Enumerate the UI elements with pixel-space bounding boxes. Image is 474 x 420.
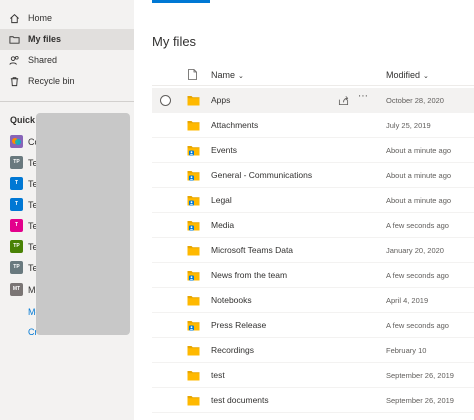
file-name[interactable]: General - Communications xyxy=(211,170,312,180)
chevron-down-icon: ⌄ xyxy=(238,73,244,80)
nav-recycle-bin-label: Recycle bin xyxy=(28,76,75,86)
nav-home-label: Home xyxy=(28,13,53,23)
folder-icon xyxy=(187,271,200,281)
shared-people-icon xyxy=(9,55,19,65)
site-badge: T xyxy=(10,177,23,190)
file-name[interactable]: Apps xyxy=(211,95,230,105)
nav-home[interactable]: Home xyxy=(0,8,134,29)
folder-icon xyxy=(187,146,200,156)
file-name[interactable]: Media xyxy=(211,220,234,230)
folder-icon xyxy=(187,321,200,331)
site-badge: T xyxy=(10,219,23,232)
file-modified: October 28, 2020 xyxy=(386,96,444,105)
trash-icon xyxy=(10,77,19,87)
file-modified: About a minute ago xyxy=(386,171,452,180)
folder-icon xyxy=(187,221,200,231)
table-row[interactable]: Press Release A few seconds ago xyxy=(152,313,474,338)
table-row[interactable]: News from the team A few seconds ago xyxy=(152,263,474,288)
table-row[interactable]: Recordings February 10 xyxy=(152,338,474,363)
file-modified: About a minute ago xyxy=(386,196,452,205)
file-name[interactable]: Notebooks xyxy=(211,295,252,305)
site-badge: TP xyxy=(10,156,23,169)
command-bar-accent xyxy=(152,0,210,3)
table-row[interactable]: Events About a minute ago xyxy=(152,138,474,163)
more-options-icon[interactable]: ⋯ xyxy=(358,91,369,102)
folder-icon xyxy=(187,371,200,381)
home-icon xyxy=(10,14,19,24)
file-name[interactable]: Legal xyxy=(211,195,232,205)
chevron-down-icon: ⌄ xyxy=(423,73,429,80)
table-row[interactable]: Attachments July 25, 2019 xyxy=(152,113,474,138)
column-header-row: Name ⌄ Modified ⌄ xyxy=(152,64,474,86)
site-badge: MT xyxy=(10,283,23,296)
file-modified: About a minute ago xyxy=(386,146,452,155)
folder-icon xyxy=(187,246,200,256)
file-type-icon[interactable] xyxy=(188,69,197,80)
file-name[interactable]: Press Release xyxy=(211,320,266,330)
file-name[interactable]: Recordings xyxy=(211,345,254,355)
row-select-checkbox[interactable] xyxy=(160,95,171,106)
file-modified: July 25, 2019 xyxy=(386,121,431,130)
page-title: My files xyxy=(152,34,197,49)
file-modified: A few seconds ago xyxy=(386,271,449,280)
site-badge: TP xyxy=(10,261,23,274)
file-modified: September 26, 2019 xyxy=(386,396,454,405)
table-row[interactable]: General - Communications About a minute a… xyxy=(152,163,474,188)
file-name[interactable]: Microsoft Teams Data xyxy=(211,245,293,255)
table-row[interactable]: Apps ⋯ October 28, 2020 xyxy=(152,88,474,113)
file-name[interactable]: Attachments xyxy=(211,120,258,130)
folder-icon xyxy=(187,171,200,181)
redacted-region xyxy=(36,113,130,335)
table-row[interactable]: test September 26, 2019 xyxy=(152,363,474,388)
folder-icon xyxy=(187,196,200,206)
file-modified: January 20, 2020 xyxy=(386,246,444,255)
nav-my-files-label: My files xyxy=(28,34,62,44)
site-badge: T xyxy=(10,198,23,211)
nav-recycle-bin[interactable]: Recycle bin xyxy=(0,71,134,92)
table-row[interactable]: Legal About a minute ago xyxy=(152,188,474,213)
left-navigation: Home My files Shared Recycle bin Quick a… xyxy=(0,0,134,420)
share-icon[interactable] xyxy=(338,95,349,106)
column-header-modified[interactable]: Modified ⌄ xyxy=(386,70,429,80)
file-name[interactable]: test documents xyxy=(211,395,269,405)
file-modified: April 4, 2019 xyxy=(386,296,429,305)
folder-icon xyxy=(9,36,20,44)
column-header-modified-label: Modified xyxy=(386,70,421,80)
file-name[interactable]: test xyxy=(211,370,225,380)
file-modified: A few seconds ago xyxy=(386,221,449,230)
file-modified: February 10 xyxy=(386,346,427,355)
folder-icon xyxy=(187,296,200,306)
folder-icon xyxy=(187,121,200,131)
sidebar-divider xyxy=(0,101,134,102)
folder-icon xyxy=(187,346,200,356)
folder-icon xyxy=(187,96,200,106)
site-badge: TP xyxy=(10,240,23,253)
column-header-name-label: Name xyxy=(211,70,236,80)
column-header-name[interactable]: Name ⌄ xyxy=(211,70,244,80)
table-row[interactable]: test documents September 26, 2019 xyxy=(152,388,474,413)
folder-icon xyxy=(187,396,200,406)
file-modified: A few seconds ago xyxy=(386,321,449,330)
table-row[interactable]: Microsoft Teams Data January 20, 2020 xyxy=(152,238,474,263)
quick-access-label: M xyxy=(28,285,36,295)
main-content: My files Name ⌄ Modified ⌄ Apps ⋯ October 28… xyxy=(134,0,474,420)
file-modified: September 26, 2019 xyxy=(386,371,454,380)
site-logo-icon xyxy=(10,135,23,148)
nav-my-files[interactable]: My files xyxy=(0,29,134,50)
file-name[interactable]: Events xyxy=(211,145,237,155)
file-name[interactable]: News from the team xyxy=(211,270,287,280)
nav-shared-label: Shared xyxy=(28,55,58,65)
file-list: Apps ⋯ October 28, 2020 Attachments July 25,… xyxy=(152,88,474,413)
table-row[interactable]: Notebooks April 4, 2019 xyxy=(152,288,474,313)
table-row[interactable]: Media A few seconds ago xyxy=(152,213,474,238)
nav-shared[interactable]: Shared xyxy=(0,50,134,71)
